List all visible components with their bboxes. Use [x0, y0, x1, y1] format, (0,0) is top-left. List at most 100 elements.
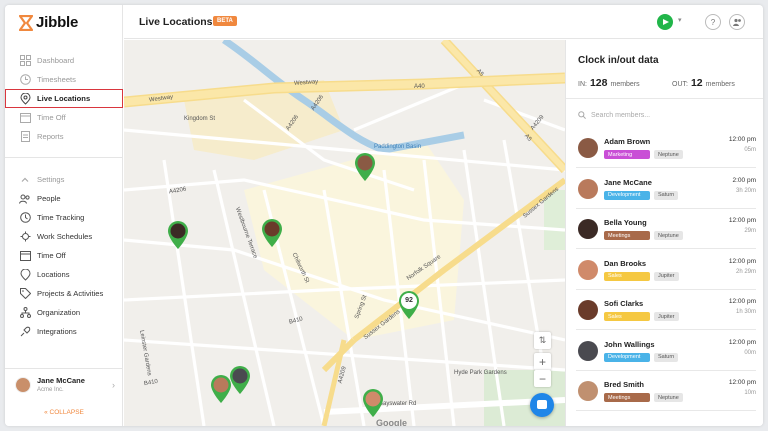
member-row[interactable]: Bred Smith Meetings Neptune 12:00 pm 10m	[576, 371, 756, 411]
nav-item-time-off[interactable]: Time Off	[5, 108, 123, 127]
user-info: Jane McCane Acme Inc.	[37, 376, 85, 393]
people-icon[interactable]	[729, 14, 745, 30]
nav-item-time-tracking[interactable]: Time Tracking	[5, 208, 123, 227]
calendar-icon	[19, 112, 31, 124]
avatar	[15, 376, 31, 393]
location-pin-icon	[19, 92, 31, 105]
member-location-pin[interactable]	[362, 388, 384, 418]
member-row[interactable]: Jane McCane Development Saturn 2:00 pm 3h 20…	[576, 169, 756, 209]
zoom-in-button[interactable]: +	[534, 353, 551, 370]
member-row[interactable]: Adam Brown Marketing Neptune 12:00 pm 05m	[576, 128, 756, 168]
map-pin-icon	[399, 291, 419, 319]
nav-label: Time Off	[37, 251, 66, 260]
nav-label: Integrations	[37, 327, 77, 336]
beta-badge: BETA	[213, 16, 237, 26]
user-name: Jane McCane	[37, 376, 85, 385]
nav-item-reports[interactable]: Reports	[5, 127, 123, 146]
app-window: Jibble Dashboard Timesheets Live Locatio…	[5, 5, 763, 426]
member-row[interactable]: Bella Young Meetings Neptune 12:00 pm 29m	[576, 209, 756, 249]
nav-item-timesheets[interactable]: Timesheets	[5, 70, 123, 89]
search-placeholder: Search members...	[591, 111, 651, 119]
member-location-pin[interactable]	[229, 365, 251, 395]
sidebar-divider	[5, 157, 123, 158]
member-location-pin[interactable]	[354, 152, 376, 182]
nav-label: Locations	[37, 270, 70, 279]
member-row[interactable]: Dan Brooks Sales Jupiter 12:00 pm 2h 29m	[576, 250, 756, 290]
clocked-in-summary: IN: 128 members	[578, 77, 640, 89]
search-members-input[interactable]: Search members...	[578, 111, 650, 119]
chevron-down-icon[interactable]: ▾	[678, 16, 682, 24]
chat-support-button[interactable]	[530, 393, 554, 417]
nav-label: Reports	[37, 132, 64, 141]
map-pin-icon	[211, 375, 231, 403]
nav-item-live-locations[interactable]: Live Locations	[5, 89, 123, 108]
map-view-toggle-button[interactable]: ⇅	[534, 332, 551, 349]
calendar-icon	[19, 250, 31, 262]
member-location-pin[interactable]	[167, 220, 189, 250]
nav-item-settings-time-off[interactable]: Time Off	[5, 246, 123, 265]
clock-in-play-button[interactable]	[657, 14, 673, 30]
collapse-button[interactable]: « COLLAPSE	[5, 409, 123, 416]
nav-item-dashboard[interactable]: Dashboard	[5, 51, 123, 70]
user-org: Acme Inc.	[37, 387, 64, 393]
avatar	[578, 138, 598, 158]
tracked-duration: 05m	[744, 147, 756, 153]
activity-tag: Sales	[604, 271, 650, 281]
nav-label: Projects & Activities	[37, 289, 104, 298]
location-pin-icon	[19, 268, 31, 281]
activity-tag: Meetings	[604, 231, 650, 240]
member-name: Bred Smith	[604, 380, 645, 389]
clocked-out-summary: OUT: 12 members	[672, 77, 735, 89]
search-icon	[578, 111, 586, 119]
nav-item-settings[interactable]: Settings	[5, 170, 123, 189]
nav-item-integrations[interactable]: Integrations	[5, 322, 123, 341]
nav-item-people[interactable]: People	[5, 189, 123, 208]
project-tag: Neptune	[654, 231, 683, 240]
member-row[interactable]: Sofi Clarks Sales Jupiter 12:00 pm 1h 30m	[576, 290, 756, 330]
member-location-pin[interactable]	[261, 218, 283, 248]
avatar	[578, 178, 598, 199]
nav-item-locations[interactable]: Locations	[5, 265, 123, 284]
zoom-out-button[interactable]: −	[534, 370, 551, 387]
reports-icon	[19, 131, 31, 143]
logo-text: Jibble	[36, 14, 79, 31]
member-name: Dan Brooks	[604, 258, 647, 268]
cluster-count: 92	[405, 297, 413, 304]
avatar	[578, 300, 598, 320]
clock-in-time: 12:00 pm	[728, 338, 756, 346]
project-tag: Saturn	[654, 190, 679, 200]
nav-item-organization[interactable]: Organization	[5, 303, 123, 322]
top-header: Live Locations BETA ▾ ?	[124, 5, 763, 39]
out-count: 12	[690, 77, 703, 89]
clock-data-panel: Clock in/out data IN: 128 members OUT: 12 me…	[565, 40, 763, 426]
nav-label: Organization	[37, 308, 81, 317]
member-row[interactable]: John Wallings Development Saturn 12:00 pm 00…	[576, 331, 756, 371]
nav-label: Time Tracking	[37, 213, 85, 222]
in-label: IN:	[578, 81, 587, 88]
clock-in-time: 12:00 pm	[728, 136, 756, 143]
jibble-logo-icon	[19, 14, 33, 31]
live-map[interactable]: Westway A40 Westway Kingdom St A4206 A42…	[124, 40, 565, 426]
cluster-pin[interactable]: 92	[398, 290, 420, 320]
map-pin-icon	[230, 366, 250, 394]
out-unit: members	[705, 81, 735, 88]
user-menu[interactable]: Jane McCane Acme Inc. ›	[15, 376, 115, 393]
member-name: Sofi Clarks	[604, 299, 644, 308]
map-label: Bayswater Rd	[379, 401, 417, 407]
clock-in-time: 12:00 pm	[728, 298, 756, 305]
activity-tag: Development	[604, 190, 650, 200]
tracked-duration: 10m	[744, 390, 756, 396]
nav-item-work-schedules[interactable]: Work Schedules	[5, 227, 123, 246]
nav-label: Time Off	[37, 113, 66, 122]
map-label: Hyde Park Gardens	[454, 370, 507, 376]
member-location-pin[interactable]	[210, 374, 232, 404]
page-title: Live Locations	[139, 16, 213, 28]
primary-nav: Dashboard Timesheets Live Locations Time…	[5, 51, 123, 146]
panel-title: Clock in/out data	[578, 55, 659, 66]
member-name: Adam Brown	[604, 137, 651, 146]
logo[interactable]: Jibble	[19, 14, 78, 31]
tag-icon	[19, 288, 31, 300]
nav-item-projects-activities[interactable]: Projects & Activities	[5, 284, 123, 303]
help-icon[interactable]: ?	[705, 14, 721, 30]
organization-icon	[19, 307, 31, 319]
